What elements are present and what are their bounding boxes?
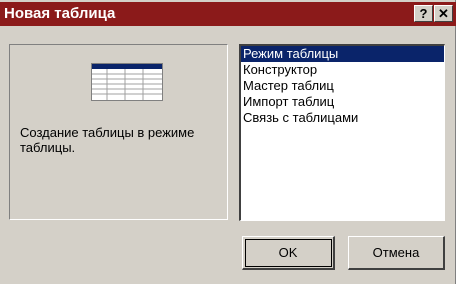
ok-button-label: OK xyxy=(278,245,298,260)
new-table-dialog: Новая таблица ? ✕ Создание таблицы в реж… xyxy=(0,0,456,284)
table-mode-list[interactable]: Режим таблицы Конструктор Мастер таблиц Имп… xyxy=(239,44,445,221)
cancel-button[interactable]: Отмена xyxy=(348,236,445,270)
list-item[interactable]: Мастер таблиц xyxy=(241,78,444,94)
cancel-button-label: Отмена xyxy=(372,245,420,260)
title-bar[interactable]: Новая таблица ? ✕ xyxy=(0,2,456,26)
window-title: Новая таблица xyxy=(4,5,116,22)
list-item[interactable]: Режим таблицы xyxy=(241,46,444,62)
table-icon xyxy=(91,63,163,101)
close-icon: ✕ xyxy=(438,6,449,21)
list-item[interactable]: Импорт таблиц xyxy=(241,94,444,110)
list-item[interactable]: Конструктор xyxy=(241,62,444,78)
preview-panel: Создание таблицы в режиме таблицы. xyxy=(9,44,228,220)
list-item[interactable]: Связь с таблицами xyxy=(241,110,444,126)
description-text: Создание таблицы в режиме таблицы. xyxy=(20,125,195,155)
help-icon: ? xyxy=(419,6,428,21)
ok-button[interactable]: OK xyxy=(242,236,335,270)
help-button[interactable]: ? xyxy=(414,5,433,22)
close-button[interactable]: ✕ xyxy=(434,5,453,22)
